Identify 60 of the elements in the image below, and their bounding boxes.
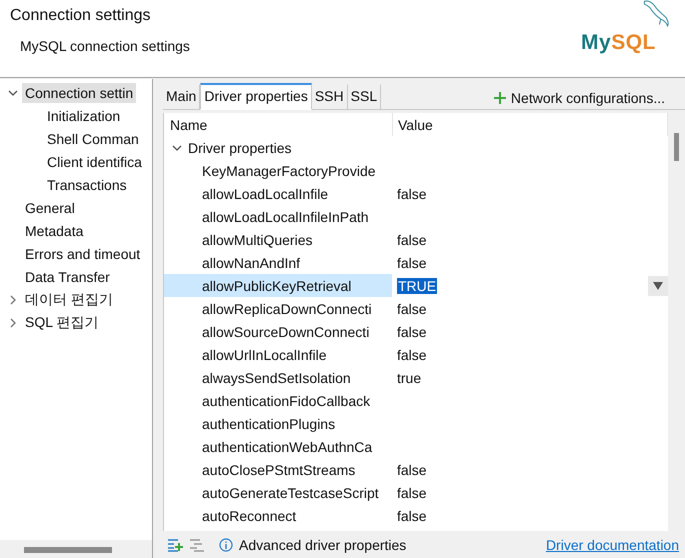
property-value: false [397,300,427,316]
scrollbar-thumb[interactable] [674,133,679,161]
property-value: false [397,462,427,478]
tree-item[interactable]: Shell Comman [44,128,142,148]
property-name[interactable]: allowLoadLocalInfileInPath [164,205,392,228]
property-name[interactable]: KeyManagerFactoryProvide [164,159,392,182]
tree-item[interactable]: Metadata [22,220,86,240]
property-name[interactable]: alwaysSendSetIsolation [164,366,392,389]
collapse-all-icon[interactable] [189,538,205,552]
info-text: Advanced driver properties [239,536,406,552]
collapse-icon[interactable] [172,142,182,152]
property-name[interactable]: allowReplicaDownConnecti [164,297,392,320]
property-name[interactable]: allowSourceDownConnecti [164,320,392,343]
property-value: true [397,370,422,386]
logo-text: MySQL [581,31,656,55]
tree-item[interactable]: Connection settin [22,82,136,102]
property-value: false [397,186,427,202]
property-value: false [397,324,427,340]
property-value: false [397,254,427,270]
expand-icon[interactable] [8,318,18,328]
property-value: false [397,232,427,248]
property-name[interactable]: authenticationWebAuthnCa [164,435,392,458]
property-name[interactable]: allowLoadLocalInfile [164,182,392,205]
property-name[interactable]: autoClosePStmtStreams [164,458,392,481]
plus-icon [494,92,506,104]
expand-icon[interactable] [8,294,18,304]
property-name[interactable]: allowUrlInLocalInfile [164,343,392,366]
property-name[interactable]: autoGenerateTestcaseScript [164,481,392,504]
group-label: Driver properties [188,140,292,156]
property-value: false [397,508,427,524]
property-value: false [397,346,427,362]
dropdown-button[interactable] [648,276,668,296]
dialog-subtitle: MySQL connection settings [20,38,190,54]
info-icon [219,538,233,552]
property-value: TRUE [397,278,438,294]
expand-all-icon[interactable] [167,538,183,552]
property-name[interactable]: allowPublicKeyRetrieval [164,274,392,297]
property-name[interactable]: authenticationPlugins [164,412,392,435]
tree-item[interactable]: Data Transfer [22,266,113,286]
caret-icon [653,282,663,290]
property-name[interactable]: authenticationFidoCallback [164,389,392,412]
property-name[interactable]: autoReconnect [164,504,392,527]
tree-item[interactable]: SQL 편집기 [22,312,102,334]
collapse-icon[interactable] [8,88,18,98]
tree-item[interactable]: General [22,198,78,218]
network-configurations-button[interactable]: Network configurations... [488,89,671,109]
tree-item[interactable]: Errors and timeout [22,244,144,264]
scrollbar-thumb[interactable] [24,547,112,553]
dialog-title: Connection settings [10,7,151,25]
tree-item[interactable]: Transactions [44,174,130,194]
property-name[interactable]: allowMultiQueries [164,228,392,251]
column-header: Name [164,113,393,136]
tree-item[interactable]: Initialization [44,106,124,126]
tab[interactable]: Driver properties [200,83,312,110]
property-value: false [397,484,427,500]
tab[interactable]: SSL [348,84,382,109]
tree-item[interactable]: Client identifica [44,152,145,172]
property-name[interactable]: allowNanAndInf [164,251,392,274]
tree-item[interactable]: 데이터 편집기 [22,288,116,310]
documentation-link[interactable]: Driver documentation [546,536,679,552]
